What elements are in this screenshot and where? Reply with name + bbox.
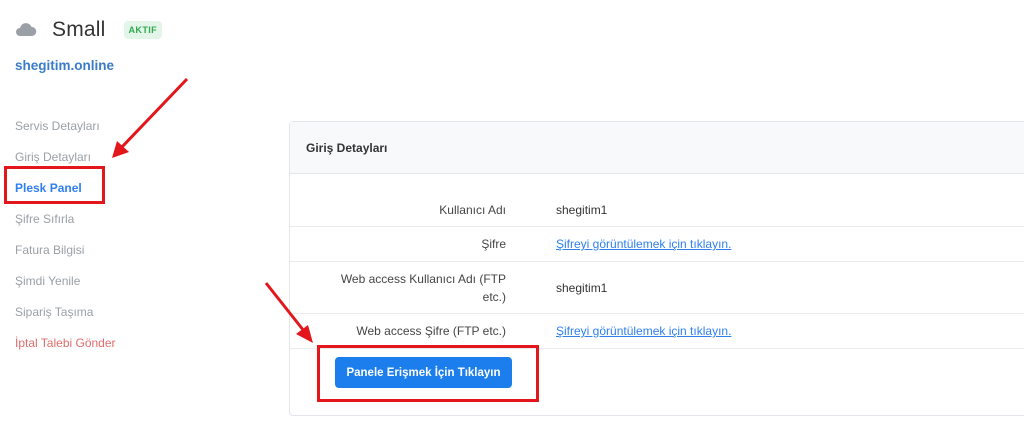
credential-label: Şifre [481,237,506,251]
status-badge: AKTIF [123,21,163,39]
sidebar-item-giris-detaylari[interactable]: Giriş Detayları [15,148,116,179]
sidebar-nav: Servis Detayları Giriş Detayları Plesk P… [15,117,116,365]
credential-row: Web access Şifre (FTP etc.) Şifreyi görü… [290,314,1024,349]
ftp-username-value: shegitim1 [556,280,608,295]
sidebar-item-servis-detaylari[interactable]: Servis Detayları [15,117,116,148]
credential-row: Kullanıcı Adı shegitim1 [290,194,1024,227]
sidebar-item-sifre-sifirla[interactable]: Şifre Sıfırla [15,210,116,241]
username-value: shegitim1 [556,203,608,217]
credential-row: Web access Kullanıcı Adı (FTP etc.) sheg… [290,262,1024,314]
sidebar-item-plesk-panel[interactable]: Plesk Panel [15,179,116,210]
sidebar-item-fatura-bilgisi[interactable]: Fatura Bilgisi [15,241,116,272]
annotation-arrow [112,77,189,158]
show-ftp-password-link[interactable]: Şifreyi görüntülemek için tıklayın. [556,324,731,338]
sidebar-item-iptal-talebi[interactable]: İptal Talebi Gönder [15,334,116,365]
sidebar-item-simdi-yenile[interactable]: Şimdi Yenile [15,272,116,303]
service-domain: shegitim.online [15,58,115,73]
credential-label: Web access Şifre (FTP etc.) [356,324,506,338]
credential-row: Şifre Şifreyi görüntülemek için tıklayın… [290,227,1024,262]
service-header: Small AKTIF [15,18,163,42]
panel-title: Giriş Detayları [290,122,1024,174]
panel-access-button[interactable]: Panele Erişmek İçin Tıklayın [335,357,512,388]
login-details-panel: Giriş Detayları Kullanıcı Adı shegitim1 … [289,121,1024,416]
product-name: Small [52,18,106,41]
credential-label: Web access Kullanıcı Adı (FTP etc.) [340,271,506,304]
show-password-link[interactable]: Şifreyi görüntülemek için tıklayın. [556,237,731,251]
credential-label: Kullanıcı Adı [439,203,506,217]
cloud-icon [15,22,37,38]
sidebar-item-siparis-tasima[interactable]: Sipariş Taşıma [15,303,116,334]
